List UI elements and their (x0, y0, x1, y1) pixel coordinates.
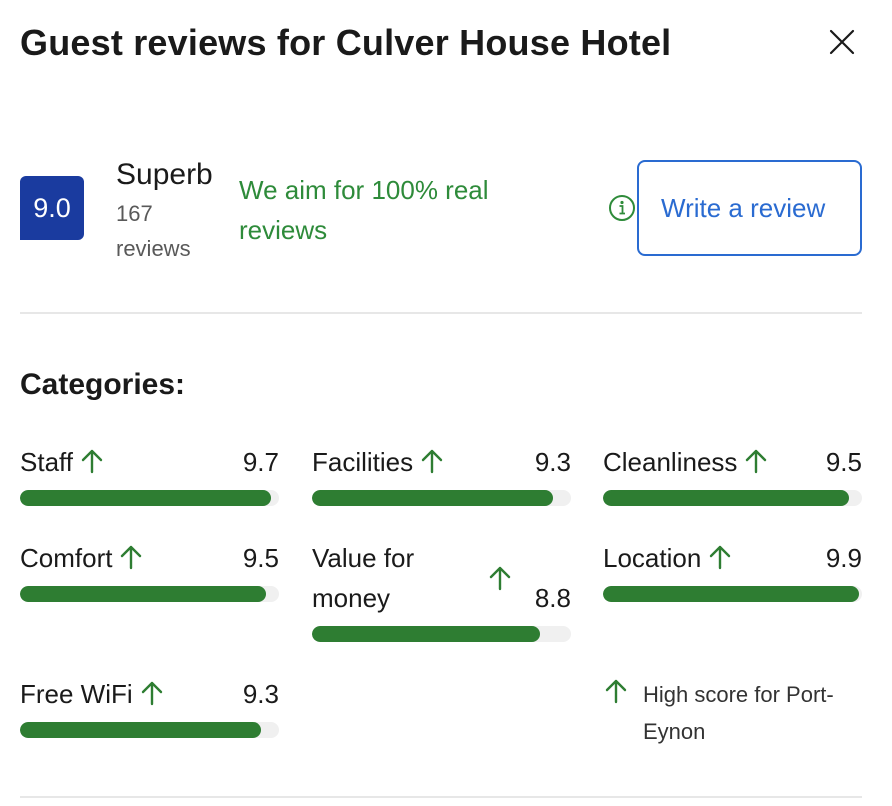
arrow-up-icon (746, 449, 767, 474)
score-bar-fill (312, 490, 553, 506)
arrow-up-icon (710, 545, 731, 570)
score-bar-fill (312, 626, 540, 642)
category-free-wifi: Free WiFi 9.3 (20, 674, 279, 738)
high-score-text: High score for Port-Eynon (643, 682, 834, 744)
arrow-up-icon (121, 545, 142, 570)
category-name: Free WiFi (20, 679, 133, 709)
score-bar-fill (20, 490, 272, 506)
score-bar (312, 626, 571, 642)
arrow-up-icon (421, 449, 443, 474)
categories-heading: Categories: (20, 368, 186, 401)
arrow-up-icon (141, 681, 162, 706)
category-score: 9.5 (242, 543, 279, 573)
category-location: Location 9.9 (603, 538, 862, 602)
close-button[interactable] (822, 22, 862, 62)
category-score: 9.7 (242, 447, 279, 477)
category-score: 9.3 (242, 679, 279, 709)
info-icon[interactable] (608, 194, 636, 222)
category-name: Value for money (312, 543, 415, 613)
rating-word: Superb (116, 158, 213, 191)
category-facilities: Facilities 9.3 (312, 442, 571, 506)
score-badge: 9.0 (20, 176, 84, 240)
score-bar (20, 722, 279, 738)
review-count: 167 reviews (116, 201, 191, 261)
category-staff: Staff 9.7 (20, 442, 279, 506)
score-bar (312, 490, 571, 506)
page-title: Guest reviews for Culver House Hotel (20, 22, 672, 63)
category-score: 9.9 (825, 543, 862, 573)
score-bar-fill (603, 586, 860, 602)
score-bar (20, 586, 279, 602)
real-reviews-text: We aim for 100% real reviews (239, 175, 489, 245)
score-bar (603, 490, 862, 506)
write-review-button[interactable]: Write a review (637, 160, 862, 256)
score-bar (20, 490, 279, 506)
arrow-up-icon (81, 449, 103, 474)
category-name: Cleanliness (603, 447, 738, 477)
category-value-for-money: Value for money 8.8 (312, 538, 571, 642)
score-bar-fill (20, 722, 261, 738)
divider-top (20, 312, 862, 314)
arrow-up-icon (489, 566, 511, 591)
category-cleanliness: Cleanliness 9.5 (603, 442, 862, 506)
category-score: 8.8 (534, 583, 571, 613)
category-name: Comfort (20, 543, 113, 573)
score-bar-fill (603, 490, 850, 506)
close-icon (829, 29, 855, 55)
category-name: Facilities (312, 447, 414, 477)
category-comfort: Comfort 9.5 (20, 538, 279, 602)
category-score: 9.3 (534, 447, 571, 477)
score-bar (603, 586, 862, 602)
category-name: Location (603, 543, 702, 573)
score-bar-fill (20, 586, 267, 602)
category-name: Staff (20, 447, 74, 477)
divider-bottom (20, 796, 862, 798)
arrow-up-icon (605, 679, 627, 704)
category-score: 9.5 (825, 447, 862, 477)
